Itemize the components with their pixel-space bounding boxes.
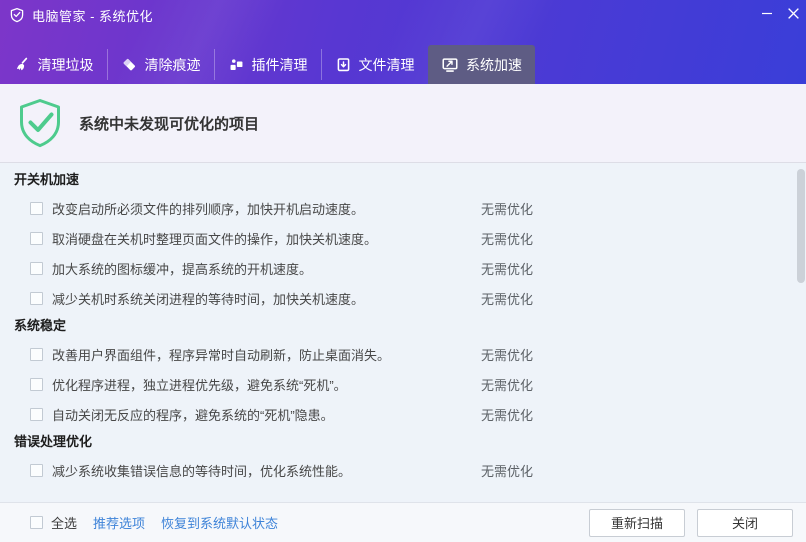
tab-label: 清除痕迹 <box>144 56 201 73</box>
eraser-icon <box>121 56 138 73</box>
optimize-item-row: 自动关闭无反应的程序，避免系统的“死机”隐患。 无需优化 <box>0 399 806 429</box>
tab-文件清理[interactable]: 文件清理 <box>321 45 428 84</box>
titlebar: 电脑管家 - 系统优化 <box>0 0 806 30</box>
recommended-options-link[interactable]: 推荐选项 <box>93 513 145 532</box>
tab-系统加速[interactable]: 系统加速 <box>428 45 535 84</box>
select-all-checkbox[interactable] <box>30 516 43 529</box>
optimize-item-checkbox[interactable] <box>30 261 43 275</box>
monitor-speedup-icon <box>441 56 459 74</box>
optimize-item-text: 加大系统的图标缓冲，提高系统的开机速度。 <box>52 261 313 277</box>
tab-label: 插件清理 <box>251 56 308 73</box>
minimize-button[interactable] <box>754 3 780 23</box>
optimize-item-text: 减少系统收集错误信息的等待时间，优化系统性能。 <box>52 463 352 479</box>
optimize-item-status: 无需优化 <box>481 407 534 423</box>
optimize-item-text: 自动关闭无反应的程序，避免系统的“死机”隐患。 <box>52 407 334 423</box>
optimize-item-text: 改变启动所必须文件的排列顺序，加快开机启动速度。 <box>52 201 365 217</box>
select-all-label: 全选 <box>51 516 78 531</box>
optimize-section: 错误处理优化 减少系统收集错误信息的等待时间，优化系统性能。 无需优化 <box>0 429 806 485</box>
optimize-item-checkbox[interactable] <box>30 407 43 421</box>
optimize-item-text: 取消硬盘在关机时整理页面文件的操作，加快关机速度。 <box>52 231 378 247</box>
optimize-item-status: 无需优化 <box>481 231 534 247</box>
optimize-item-row: 改变启动所必须文件的排列顺序，加快开机启动速度。 无需优化 <box>0 193 806 223</box>
optimize-item-status: 无需优化 <box>481 291 534 307</box>
optimize-item-row: 加大系统的图标缓冲，提高系统的开机速度。 无需优化 <box>0 253 806 283</box>
optimize-item-status: 无需优化 <box>481 201 534 217</box>
tab-label: 文件清理 <box>358 56 415 73</box>
plugin-blocks-icon <box>228 56 245 73</box>
optimize-item-checkbox[interactable] <box>30 377 43 391</box>
optimize-item-status: 无需优化 <box>481 261 534 277</box>
optimize-item-text: 改善用户界面组件，程序异常时自动刷新，防止桌面消失。 <box>52 347 391 363</box>
tab-label: 清理垃圾 <box>37 56 94 73</box>
section-title: 开关机加速 <box>14 172 80 187</box>
section-title: 系统稳定 <box>14 318 67 333</box>
rescan-button[interactable]: 重新扫描 <box>589 508 685 537</box>
optimize-item-row: 减少系统收集错误信息的等待时间，优化系统性能。 无需优化 <box>0 455 806 485</box>
optimize-item-row: 取消硬盘在关机时整理页面文件的操作，加快关机速度。 无需优化 <box>0 223 806 253</box>
optimize-item-status: 无需优化 <box>481 463 534 479</box>
optimize-section: 开关机加速 改变启动所必须文件的排列顺序，加快开机启动速度。 无需优化 取消硬盘… <box>0 167 806 313</box>
window-title: 电脑管家 - 系统优化 <box>32 8 154 24</box>
optimize-item-text: 优化程序进程，独立进程优先级，避免系统“死机”。 <box>52 377 347 393</box>
summary-message: 系统中未发现可优化的项目 <box>79 115 260 133</box>
scrollbar-thumb[interactable] <box>797 169 805 283</box>
optimize-item-status: 无需优化 <box>481 347 534 363</box>
tab-插件清理[interactable]: 插件清理 <box>214 45 321 84</box>
optimize-item-checkbox[interactable] <box>30 231 43 245</box>
optimize-item-checkbox[interactable] <box>30 291 43 305</box>
optimize-item-checkbox[interactable] <box>30 463 43 477</box>
optimize-item-text: 减少关机时系统关闭进程的等待时间，加快关机速度。 <box>52 291 365 307</box>
optimize-item-checkbox[interactable] <box>30 347 43 361</box>
optimize-section: 系统稳定 改善用户界面组件，程序异常时自动刷新，防止桌面消失。 无需优化 优化程… <box>0 313 806 429</box>
optimize-list: 开关机加速 改变启动所必须文件的排列顺序，加快开机启动速度。 无需优化 取消硬盘… <box>0 164 806 502</box>
app-header: 电脑管家 - 系统优化 清理垃圾 清除痕迹 插件清理 文件清理 系统加速 <box>0 0 806 84</box>
summary-band: 系统中未发现可优化的项目 <box>0 84 806 163</box>
optimize-item-row: 减少关机时系统关闭进程的等待时间，加快关机速度。 无需优化 <box>0 283 806 313</box>
optimize-item-status: 无需优化 <box>481 377 534 393</box>
optimize-item-row: 改善用户界面组件，程序异常时自动刷新，防止桌面消失。 无需优化 <box>0 339 806 369</box>
tab-清除痕迹[interactable]: 清除痕迹 <box>107 45 214 84</box>
close-button[interactable] <box>780 3 806 23</box>
file-box-icon <box>335 56 352 73</box>
shield-check-icon <box>14 97 66 149</box>
app-shield-logo-icon <box>9 7 25 23</box>
tab-清理垃圾[interactable]: 清理垃圾 <box>0 45 107 84</box>
optimize-sections: 开关机加速 改变启动所必须文件的排列顺序，加快开机启动速度。 无需优化 取消硬盘… <box>0 167 806 485</box>
close-window-button[interactable]: 关闭 <box>697 508 793 537</box>
tab-bar: 清理垃圾 清除痕迹 插件清理 文件清理 系统加速 <box>0 45 535 84</box>
optimize-item-checkbox[interactable] <box>30 201 43 215</box>
footer-bar: 全选 推荐选项 恢复到系统默认状态 重新扫描 关闭 <box>0 502 806 542</box>
tab-label: 系统加速 <box>466 56 522 73</box>
broom-icon <box>14 56 31 73</box>
optimize-item-row: 优化程序进程，独立进程优先级，避免系统“死机”。 无需优化 <box>0 369 806 399</box>
restore-default-link[interactable]: 恢复到系统默认状态 <box>161 513 278 532</box>
section-title: 错误处理优化 <box>14 434 93 449</box>
